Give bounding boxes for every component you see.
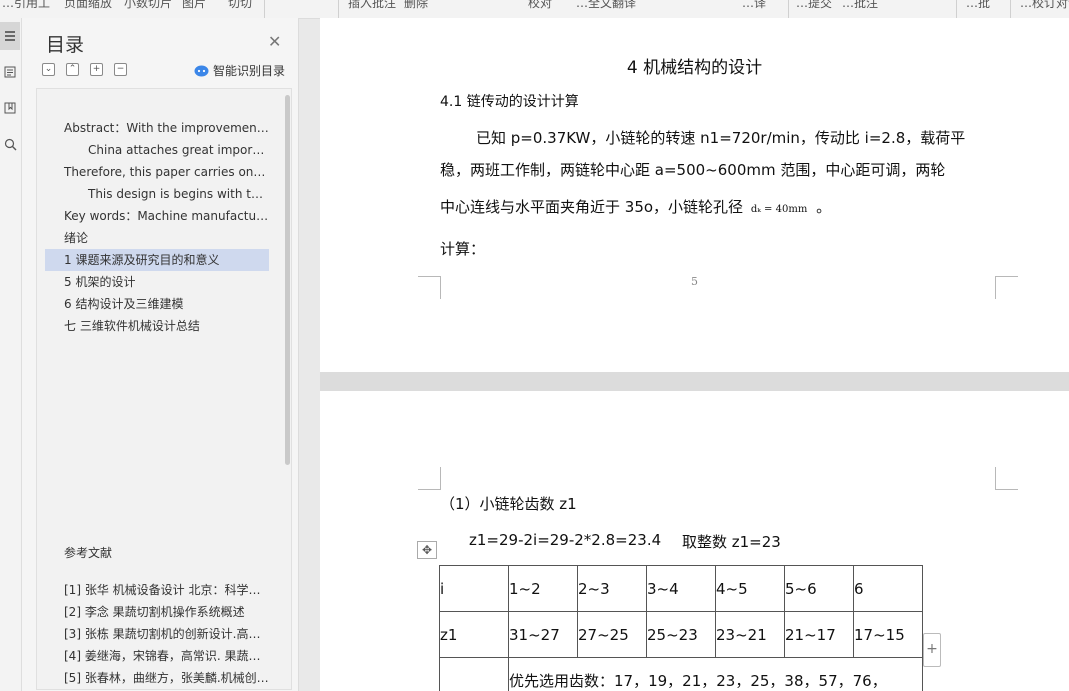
table-cell[interactable]: 5~6 <box>784 565 854 612</box>
crop-mark <box>418 276 441 299</box>
toc-item[interactable]: 5 机架的设计 <box>45 271 269 293</box>
formula-image[interactable]: dₖ = 40mm <box>751 204 807 215</box>
table-cell[interactable]: 4~5 <box>715 565 785 612</box>
toolbar-separator <box>788 0 789 18</box>
table-cell[interactable]: 1~2 <box>508 565 578 612</box>
body-text-line: 中心连线与水平面夹角近于 35o，小链轮孔径 dₖ = 40mm 。 <box>440 196 1000 217</box>
table-cell[interactable]: 2~3 <box>577 565 647 612</box>
find-icon[interactable] <box>0 130 20 158</box>
table-cell[interactable]: 3~4 <box>646 565 716 612</box>
toolbar-separator <box>338 0 339 18</box>
references-heading[interactable]: 参考文献 <box>64 544 112 561</box>
reference-item[interactable]: [1] 张华 机械设备设计 北京：科学出版社 <box>45 579 269 601</box>
toc-item[interactable]: 七 三维软件机械设计总结 <box>45 315 269 337</box>
body-text: 稳，两班工作制，两链轮中心距 a=500~600mm 范围，中心距可调，两轮 <box>440 161 946 179</box>
add-heading-icon[interactable]: + <box>90 63 103 76</box>
item-heading: （1）小链轮齿数 z1 <box>440 495 577 513</box>
toolbar-item[interactable]: …引用工 <box>2 0 50 11</box>
remove-heading-icon[interactable]: − <box>114 63 127 76</box>
body-text: 。 <box>816 198 832 216</box>
toc-item[interactable]: This design is begins with the analysis <box>45 183 269 205</box>
formula-text: z1=29-2i=29-2*2.8=23.4 <box>469 531 662 549</box>
toolbar-item[interactable]: 小数切片 <box>124 0 172 11</box>
toolbar-item[interactable]: 删除 <box>404 0 428 11</box>
toc-item[interactable]: Key words：Machine manufacturing <box>45 205 269 227</box>
toolbar-item[interactable]: …全文翻译 <box>576 0 636 11</box>
smart-toc-button[interactable]: 智能识别目录 <box>194 62 285 79</box>
body-text: 中心连线与水平面夹角近于 35o，小链轮孔径 <box>440 198 744 216</box>
toolbar-item[interactable]: 页面缩放 <box>64 0 112 11</box>
toolbar-item[interactable]: …批 <box>966 0 990 11</box>
teeth-table[interactable]: i 1~2 2~3 3~4 4~5 5~6 6 z1 31~27 27~25 2… <box>439 565 923 691</box>
reference-item[interactable]: [5] 张春林，曲继方，张美麟.机械创新设计 <box>45 667 269 689</box>
toolbar-item[interactable]: 切切 <box>228 0 252 11</box>
document-canvas[interactable]: 4 机械结构的设计 4.1 链传动的设计计算 已知 p=0.37KW，小链轮的转… <box>320 18 1069 691</box>
reference-item[interactable]: [4] 姜继海，宋锦春，高常识. 果蔬加工 <box>45 645 269 667</box>
toolbar-separator <box>1010 0 1011 18</box>
table-cell[interactable]: 6 <box>853 565 923 612</box>
toc-item[interactable]: 6 结构设计及三维建模 <box>45 293 269 315</box>
table-cell[interactable]: 21~17 <box>784 611 854 658</box>
document-page[interactable]: 4 机械结构的设计 4.1 链传动的设计计算 已知 p=0.37KW，小链轮的转… <box>320 18 1069 372</box>
table-cell[interactable]: z1 <box>439 611 509 658</box>
top-toolbar: …引用工 页面缩放 小数切片 图片 切切 插入批注 删除 校对 …全文翻译 …译… <box>0 0 1069 19</box>
close-icon[interactable]: ✕ <box>268 32 281 51</box>
chapter-nav-icon[interactable] <box>0 58 20 86</box>
toc-scrollbar[interactable] <box>285 95 290 465</box>
navigation-icon-strip <box>0 18 22 691</box>
crop-mark <box>995 276 1018 299</box>
bookmark-icon[interactable] <box>0 94 20 122</box>
table-cell[interactable]: 优先选用齿数：17，19，21，23，25，38，57，76， <box>508 657 923 691</box>
toolbar-item[interactable]: …批注 <box>842 0 878 11</box>
smart-assistant-icon <box>194 65 209 76</box>
toc-item[interactable]: Therefore, this paper carries on researc… <box>45 161 269 183</box>
toc-item-selected[interactable]: 1 课题来源及研究目的和意义 <box>45 249 269 271</box>
add-column-icon[interactable]: + <box>923 633 941 667</box>
table-row: 优先选用齿数：17，19，21，23，25，38，57，76， <box>439 657 923 691</box>
table-cell[interactable]: i <box>439 565 509 612</box>
collapse-all-icon[interactable]: ⌃ <box>66 63 79 76</box>
table-cell[interactable] <box>439 657 509 691</box>
toc-item[interactable]: China attaches great importance to agric… <box>45 139 269 161</box>
crop-mark <box>995 467 1018 490</box>
toc-item[interactable]: Abstract：With the improvement of agricul… <box>45 117 269 139</box>
table-move-icon[interactable]: ✥ <box>417 541 437 559</box>
toc-icon[interactable] <box>0 22 20 50</box>
expand-all-icon[interactable]: ⌄ <box>42 63 55 76</box>
formula-text: 取整数 z1=23 <box>682 533 781 551</box>
table-row: i 1~2 2~3 3~4 4~5 5~6 6 <box>439 565 923 612</box>
body-text: 已知 p=0.37KW，小链轮的转速 n1=720r/min，传动比 i=2.8… <box>476 129 966 147</box>
reference-item[interactable]: [3] 张栋 果蔬切割机的创新设计.高等教育 <box>45 623 269 645</box>
toc-panel: 目录 ✕ ⌄ ⌃ + − 智能识别目录 Abstract：With the im… <box>22 18 299 691</box>
toolbar-item[interactable]: …校订对话框 <box>1020 0 1069 11</box>
toc-title: 目录 <box>46 34 85 56</box>
table-cell[interactable]: 31~27 <box>508 611 578 658</box>
calc-label: 计算： <box>440 240 486 258</box>
toc-item[interactable]: 绪论 <box>45 227 269 249</box>
toolbar-item[interactable]: …提交 <box>796 0 832 11</box>
toolbar-separator <box>264 0 265 18</box>
document-page[interactable]: （1）小链轮齿数 z1 z1=29-2i=29-2*2.8=23.4 取整数 z… <box>320 391 1069 691</box>
crop-mark <box>418 467 441 490</box>
chapter-title: 4 机械结构的设计 <box>626 58 763 78</box>
toolbar-item[interactable]: …译 <box>742 0 766 11</box>
reference-item[interactable]: [2] 李念 果蔬切割机操作系统概述 <box>45 601 269 623</box>
table-cell[interactable]: 17~15 <box>853 611 923 658</box>
table-cell[interactable]: 23~21 <box>715 611 785 658</box>
toolbar-item[interactable]: 插入批注 <box>348 0 396 11</box>
table-cell[interactable]: 25~23 <box>646 611 716 658</box>
smart-toc-label: 智能识别目录 <box>213 64 286 78</box>
table-cell[interactable]: 27~25 <box>577 611 647 658</box>
table-row: z1 31~27 27~25 25~23 23~21 21~17 17~15 <box>439 611 923 658</box>
toolbar-item[interactable]: 图片 <box>182 0 206 11</box>
toolbar-item[interactable]: 校对 <box>528 0 552 11</box>
toolbar-separator <box>956 0 957 18</box>
section-title: 4.1 链传动的设计计算 <box>440 94 579 110</box>
toc-list: Abstract：With the improvement of agricul… <box>36 88 292 690</box>
